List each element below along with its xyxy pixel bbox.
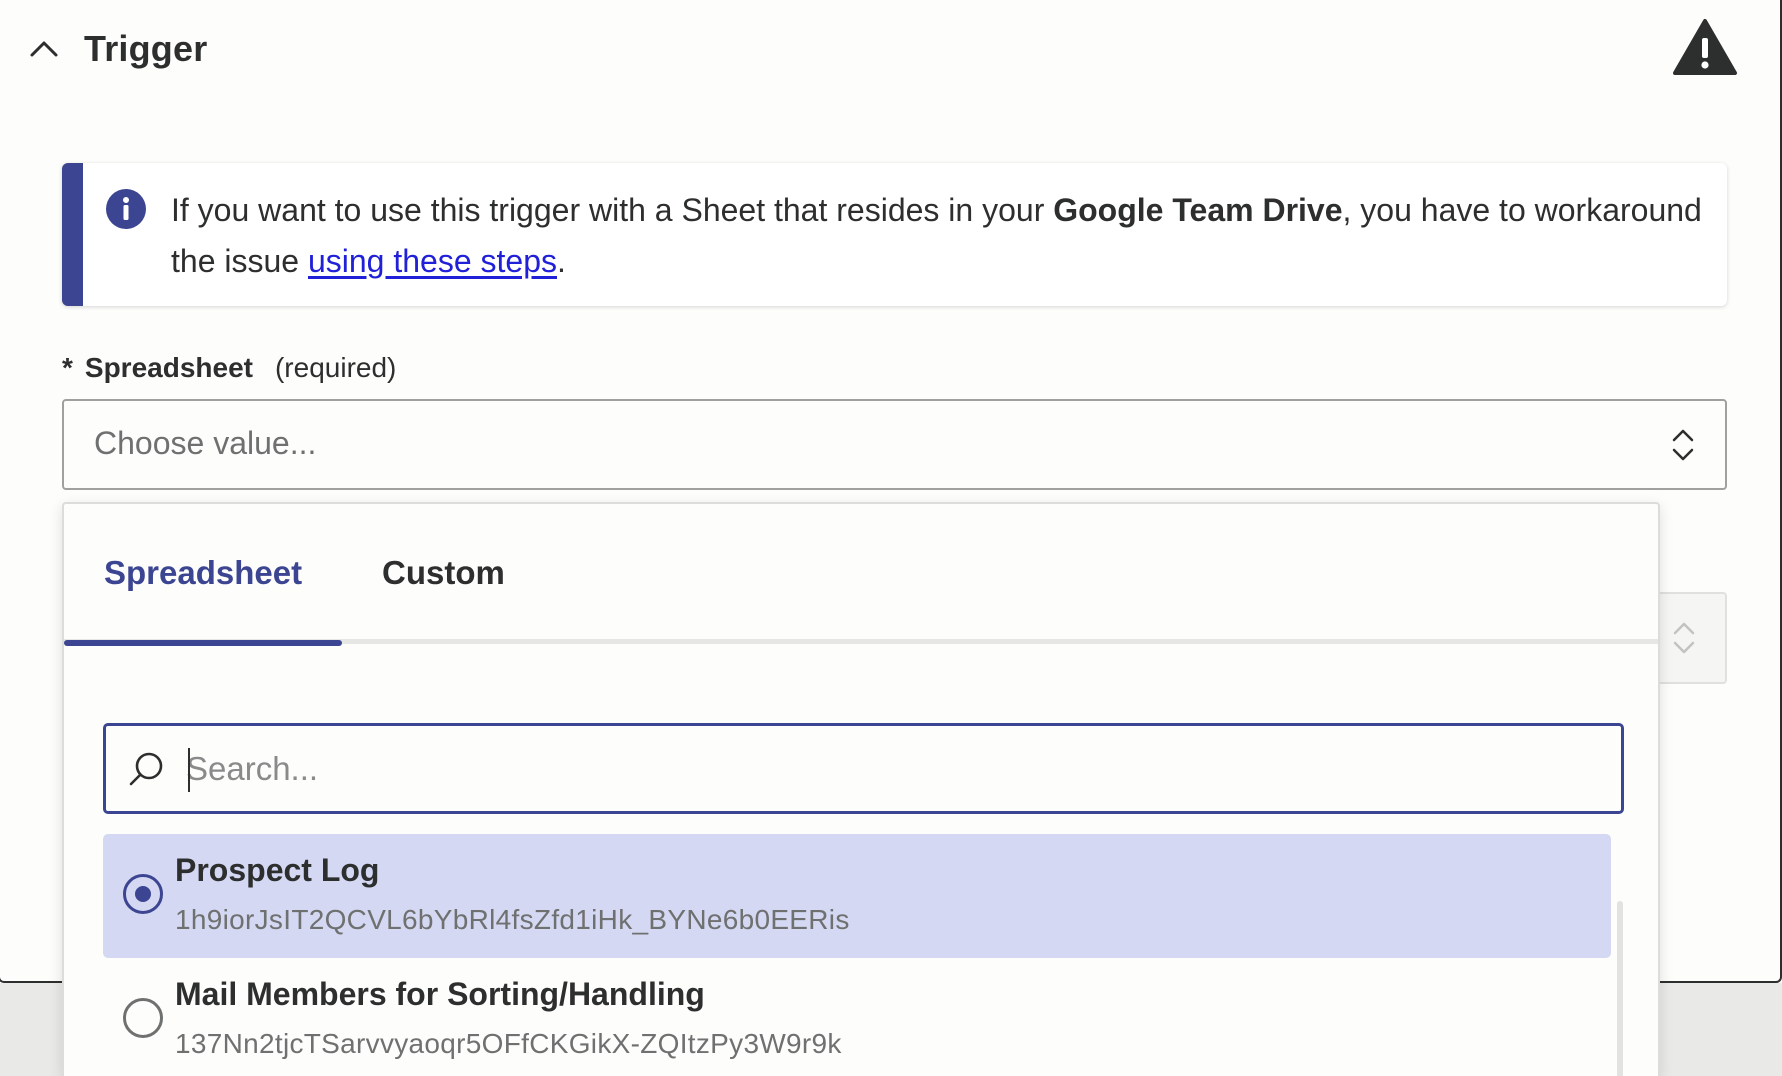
spreadsheet-select[interactable]: Choose value... bbox=[62, 399, 1727, 490]
search-box[interactable] bbox=[103, 723, 1624, 814]
spreadsheet-field-label: * Spreadsheet (required) bbox=[62, 350, 396, 386]
alert-message: If you want to use this trigger with a S… bbox=[171, 185, 1711, 287]
steps-link[interactable]: using these steps bbox=[308, 243, 557, 279]
required-mark: * bbox=[62, 352, 73, 383]
select-placeholder: Choose value... bbox=[94, 425, 317, 461]
spreadsheet-dropdown: Spreadsheet Custom Prospect Log 1h9iorJs… bbox=[62, 502, 1660, 1076]
info-alert: If you want to use this trigger with a S… bbox=[62, 163, 1727, 306]
tab-spreadsheet[interactable]: Spreadsheet bbox=[104, 554, 302, 592]
field-name: Spreadsheet bbox=[84, 352, 253, 383]
list-item[interactable]: Mail Members for Sorting/Handling 137Nn2… bbox=[103, 958, 1611, 1076]
dropdown-tabs: Spreadsheet Custom bbox=[64, 504, 1658, 646]
section-title: Trigger bbox=[84, 28, 208, 69]
item-id: 1h9iorJsIT2QCVL6bYbRl4fsZfd1iHk_BYNe6b0E… bbox=[175, 904, 850, 935]
page: Trigger If you want to use this trigger … bbox=[0, 0, 1782, 1076]
section-header[interactable]: Trigger bbox=[28, 24, 207, 74]
chevron-up-down-icon bbox=[1673, 622, 1695, 654]
text-caret bbox=[188, 748, 190, 792]
search-icon bbox=[129, 752, 163, 786]
alert-text-after: . bbox=[557, 243, 566, 279]
field-hint: (required) bbox=[274, 352, 397, 383]
item-title: Mail Members for Sorting/Handling bbox=[175, 976, 705, 1012]
item-id: 137Nn2tjcTSarvvyaoqr5OFfCKGikX-ZQItzPy3W… bbox=[175, 1028, 842, 1059]
warning-icon bbox=[1673, 19, 1737, 75]
list-item[interactable]: Prospect Log 1h9iorJsIT2QCVL6bYbRl4fsZfd… bbox=[103, 834, 1611, 958]
alert-text-before: If you want to use this trigger with a S… bbox=[171, 192, 1054, 228]
active-tab-indicator bbox=[64, 640, 342, 646]
spreadsheet-list: Prospect Log 1h9iorJsIT2QCVL6bYbRl4fsZfd… bbox=[103, 834, 1611, 1076]
search-input[interactable] bbox=[186, 738, 1586, 800]
info-icon bbox=[106, 189, 146, 229]
chevron-up-down-icon bbox=[1672, 429, 1694, 461]
item-title: Prospect Log bbox=[175, 852, 380, 888]
chevron-up-icon[interactable] bbox=[28, 33, 60, 65]
alert-bold-text: Google Team Drive bbox=[1053, 192, 1343, 228]
tab-custom[interactable]: Custom bbox=[382, 554, 505, 592]
list-scrollbar[interactable] bbox=[1617, 901, 1623, 1076]
radio-selected[interactable] bbox=[123, 874, 163, 914]
radio-unselected[interactable] bbox=[123, 998, 163, 1038]
